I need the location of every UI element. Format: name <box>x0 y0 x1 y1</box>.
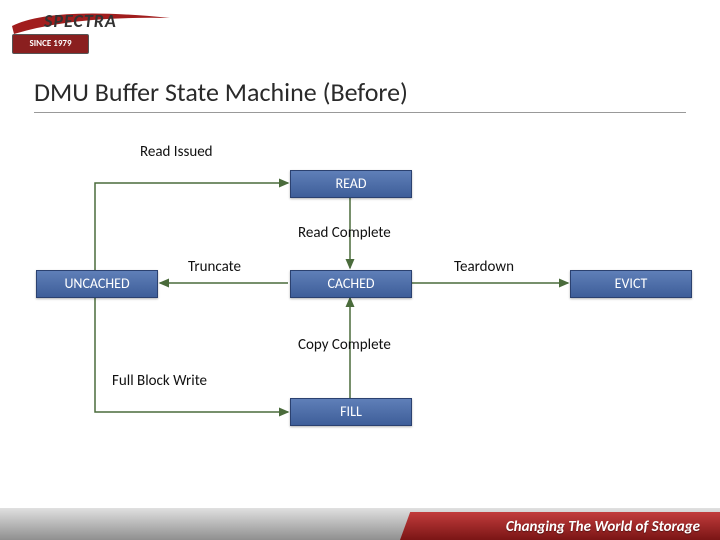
label-truncate: Truncate <box>188 258 241 276</box>
page-title: DMU Buffer State Machine (Before) <box>34 76 686 113</box>
state-evict: EVICT <box>570 270 692 298</box>
label-full-block-write: Full Block Write <box>112 372 207 390</box>
logo-badge: SINCE 1979 <box>12 34 89 54</box>
label-read-issued: Read Issued <box>140 143 213 161</box>
state-fill: FILL <box>290 398 412 426</box>
state-uncached: UNCACHED <box>36 270 158 298</box>
label-copy-complete: Copy Complete <box>298 336 391 354</box>
logo-text: SPECTRA <box>44 10 117 32</box>
label-teardown: Teardown <box>454 258 514 276</box>
label-read-complete: Read Complete <box>298 224 391 242</box>
logo: SPECTRA SINCE 1979 <box>12 8 172 58</box>
footer: Changing The World of Storage <box>0 498 720 540</box>
footer-tagline: Changing The World of Storage <box>506 518 700 536</box>
state-read: READ <box>290 170 412 198</box>
state-cached: CACHED <box>290 270 412 298</box>
